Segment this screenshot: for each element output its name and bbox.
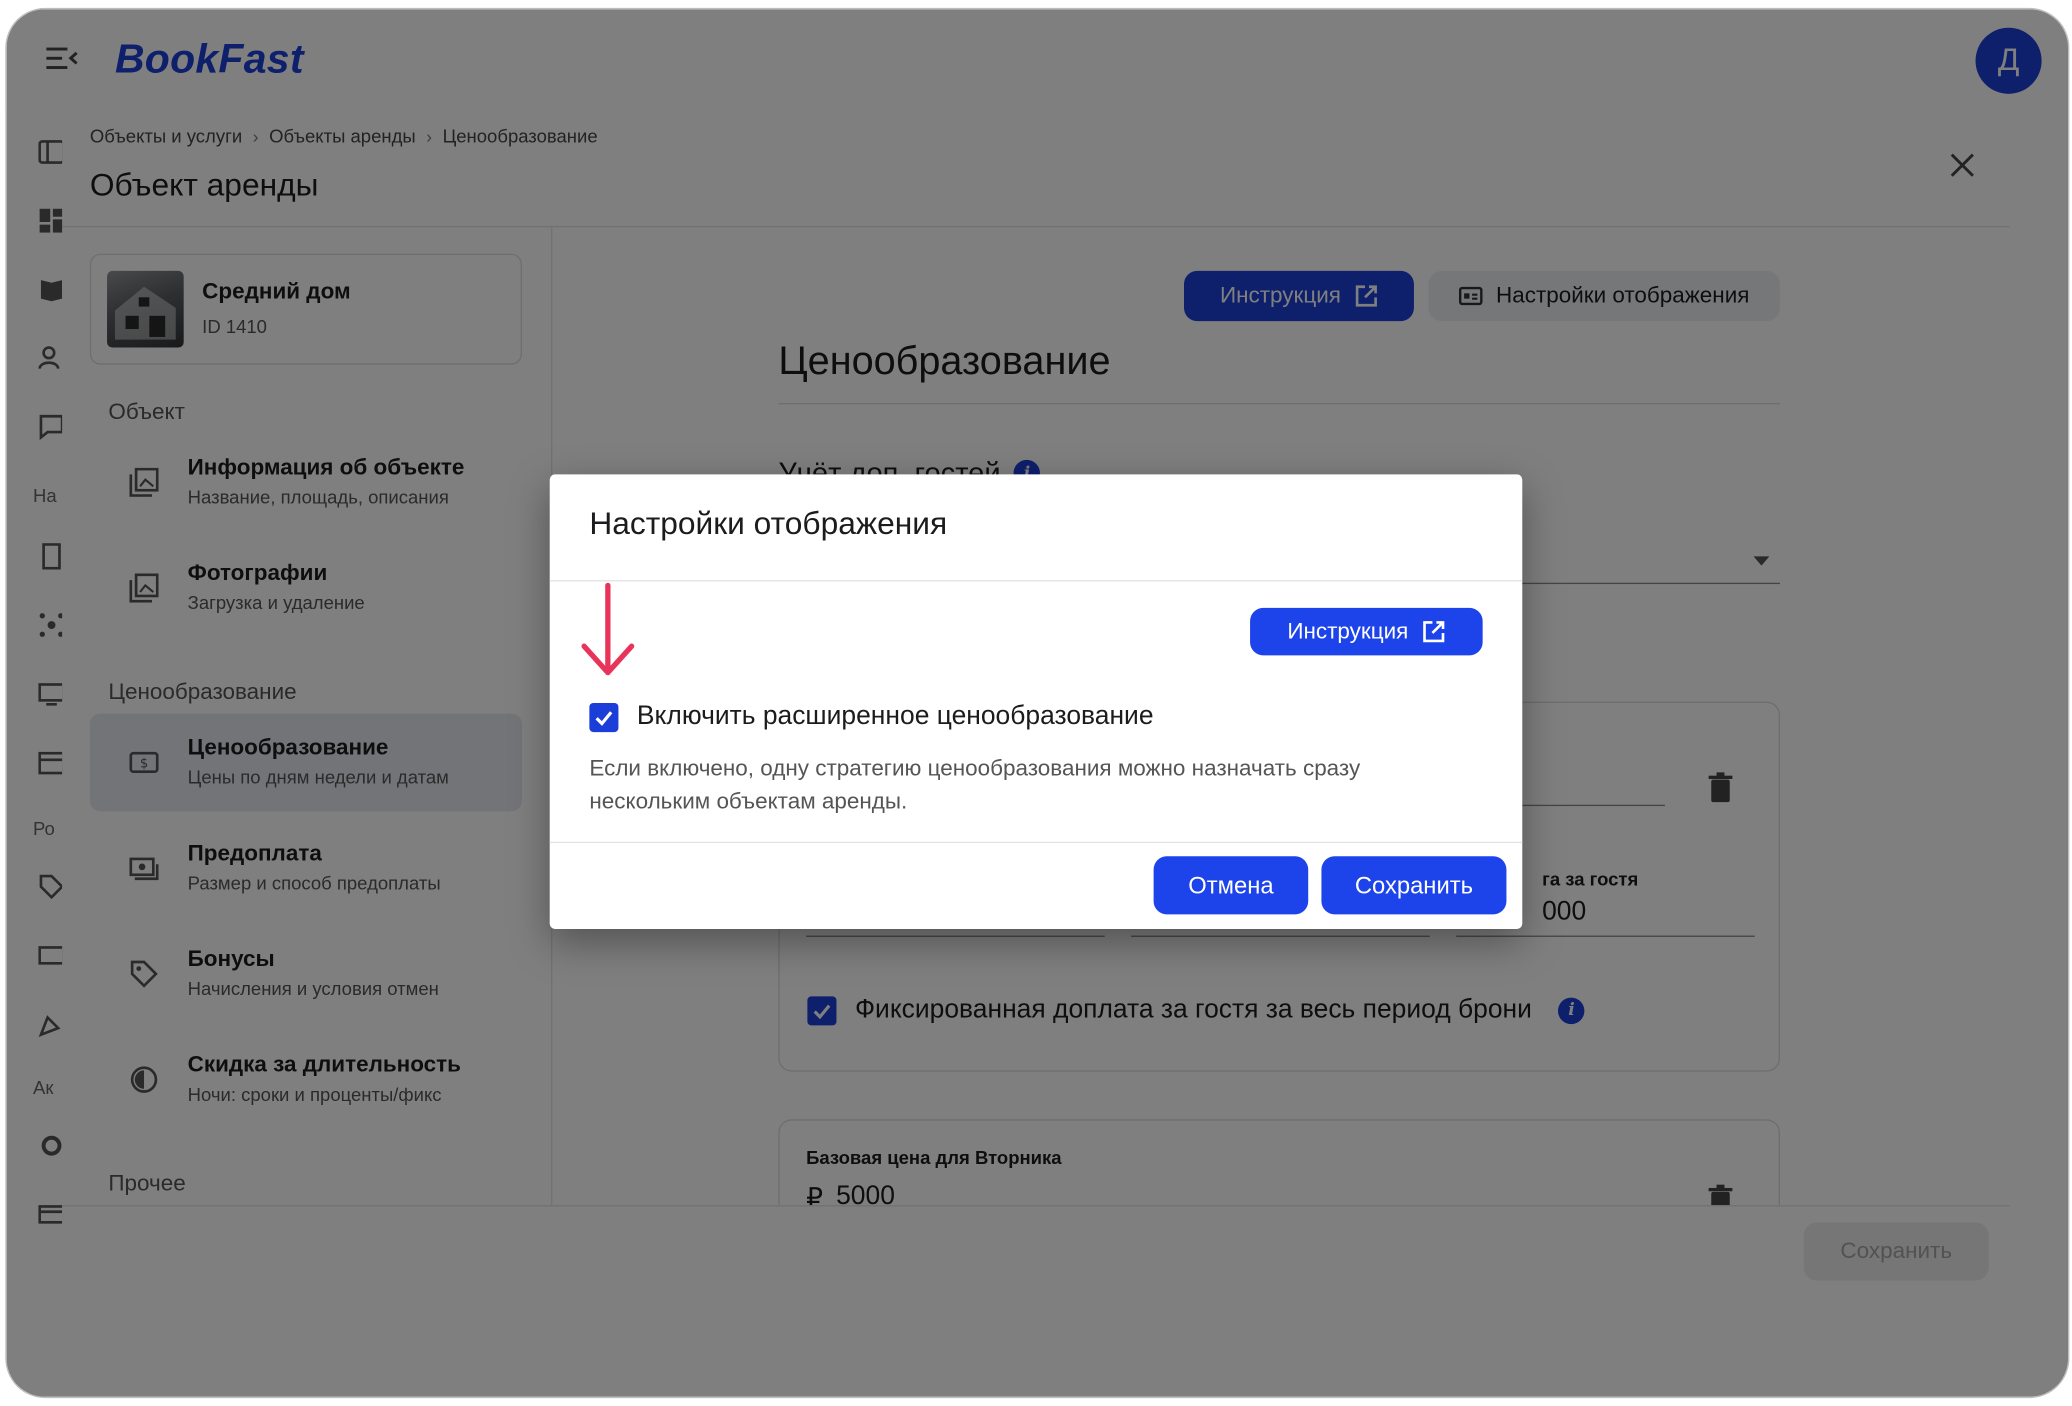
dialog-instruction-button[interactable]: Инструкция [1250, 607, 1483, 656]
dialog-divider [549, 841, 1523, 844]
advanced-pricing-description: Если включено, одну стратегию ценообразо… [589, 755, 1361, 815]
cancel-button[interactable]: Отмена [1153, 856, 1309, 915]
dialog-save-button[interactable]: Сохранить [1321, 856, 1507, 915]
display-settings-dialog: Настройки отображения Инструкция Включит… [549, 474, 1523, 929]
check-icon [595, 710, 613, 726]
advanced-pricing-checkbox[interactable] [589, 702, 619, 732]
app-window: BookFast Д На Ро Ак Объекты и услуги › О… [5, 7, 2070, 1399]
external-link-icon [1422, 621, 1445, 643]
dialog-divider [549, 580, 1523, 582]
dialog-instruction-label: Инструкция [1287, 618, 1409, 644]
advanced-pricing-label: Включить расширенное ценообразование [636, 701, 1154, 731]
advanced-pricing-row[interactable]: Включить расширенное ценообразование [589, 701, 1154, 732]
dialog-title: Настройки отображения [589, 506, 948, 542]
annotation-arrow-icon [581, 582, 635, 676]
